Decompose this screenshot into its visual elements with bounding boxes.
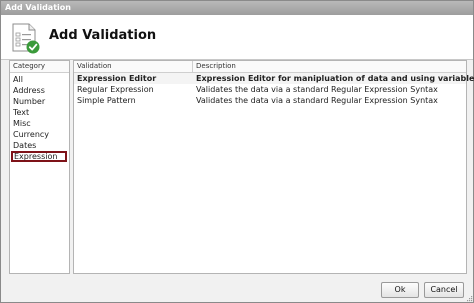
window-title-bar[interactable]: Add Validation (1, 1, 473, 15)
cancel-button[interactable]: Cancel (424, 282, 464, 298)
table-row[interactable]: Expression Editor Expression Editor for … (74, 73, 474, 84)
table-row[interactable]: Simple Pattern Validates the data via a … (74, 95, 466, 106)
validation-name: Regular Expression (77, 85, 154, 94)
description-column-header[interactable]: Description (196, 62, 236, 70)
category-panel: Category All Address Number Text Misc Cu… (9, 60, 70, 274)
grid-header: Validation Description (74, 61, 466, 73)
validation-form-icon (12, 23, 40, 54)
column-divider[interactable] (192, 61, 193, 73)
category-item-number[interactable]: Number (10, 96, 69, 107)
table-row[interactable]: Regular Expression Validates the data vi… (74, 84, 466, 95)
category-list: All Address Number Text Misc Currency Da… (10, 73, 69, 162)
category-item-misc[interactable]: Misc (10, 118, 69, 129)
validation-description: Validates the data via a standard Regula… (196, 96, 438, 105)
dialog-header: Add Validation (1, 15, 473, 60)
validation-column-header[interactable]: Validation (77, 62, 112, 70)
category-item-address[interactable]: Address (10, 85, 69, 96)
category-item-text[interactable]: Text (10, 107, 69, 118)
dialog-heading: Add Validation (49, 28, 157, 43)
validation-name: Simple Pattern (77, 96, 136, 105)
ok-button[interactable]: Ok (381, 282, 419, 298)
validation-description: Validates the data via a standard Regula… (196, 85, 438, 94)
add-validation-dialog: Add Validation Add Validation Category A… (0, 0, 474, 303)
category-item-expression[interactable]: Expression (11, 151, 67, 162)
category-item-currency[interactable]: Currency (10, 129, 69, 140)
validation-description: Expression Editor for manipluation of da… (196, 74, 474, 83)
category-item-dates[interactable]: Dates (10, 140, 69, 151)
validation-grid: Validation Description Expression Editor… (73, 60, 474, 274)
validation-name: Expression Editor (77, 74, 157, 83)
resize-grip-icon[interactable] (465, 294, 473, 302)
category-column-header: Category (10, 61, 69, 73)
category-item-all[interactable]: All (10, 74, 69, 85)
window-title: Add Validation (5, 3, 71, 12)
